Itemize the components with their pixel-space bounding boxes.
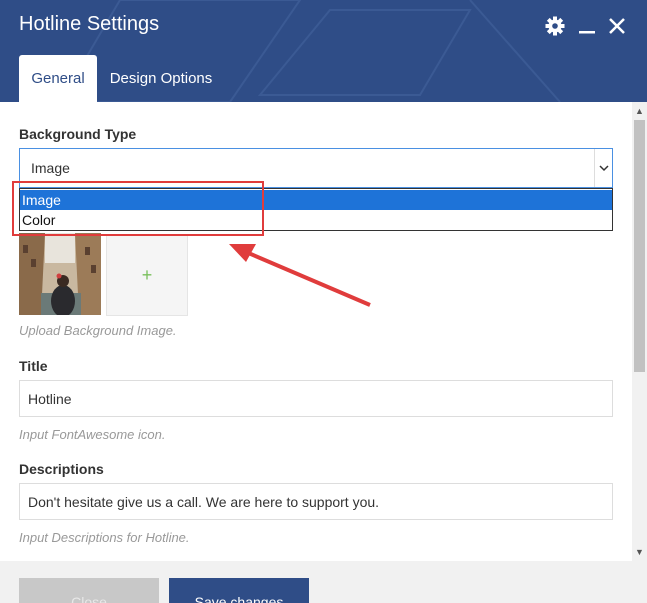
gear-icon[interactable] xyxy=(542,13,568,39)
settings-panel: Background Type Image + Upload Backgroun… xyxy=(0,102,632,561)
tab-general[interactable]: General xyxy=(19,55,97,102)
scroll-down-icon[interactable]: ▼ xyxy=(632,545,647,559)
close-button[interactable]: Close xyxy=(19,578,159,603)
tab-design-options[interactable]: Design Options xyxy=(102,55,220,102)
save-changes-button[interactable]: Save changes xyxy=(169,578,309,603)
close-icon[interactable] xyxy=(604,13,630,39)
modal-footer: Close Save changes xyxy=(0,561,647,603)
scroll-up-icon[interactable]: ▲ xyxy=(632,104,647,118)
annotation-arrow xyxy=(229,244,371,307)
modal-title: Hotline Settings xyxy=(19,13,160,35)
content-scrollbar[interactable]: ▲ ▼ xyxy=(632,102,647,561)
modal-header: Hotline Settings General Design Options xyxy=(0,0,647,102)
minimize-icon[interactable] xyxy=(574,13,600,39)
scroll-thumb[interactable] xyxy=(634,120,645,372)
